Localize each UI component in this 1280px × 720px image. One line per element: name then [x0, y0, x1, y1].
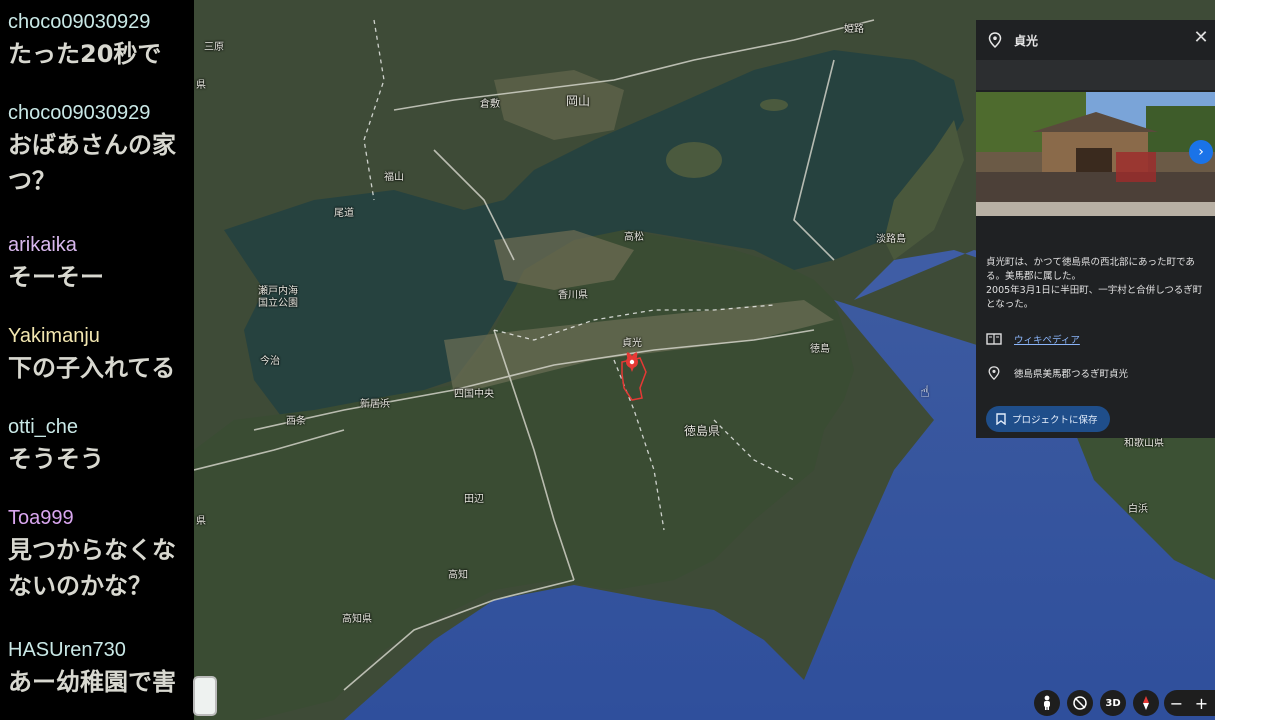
- chat-username[interactable]: Toa999: [8, 506, 194, 530]
- chat-message: choco09030929 おばあさんの家 つ？: [8, 101, 194, 199]
- wikipedia-link[interactable]: ウィキペディア: [1014, 332, 1080, 346]
- chat-username[interactable]: otti_che: [8, 415, 194, 439]
- hide-layers-icon[interactable]: [1067, 690, 1093, 716]
- chat-message: HASUren730 あー幼稚園で害: [8, 638, 194, 700]
- map-label-takamatsu: 高松: [624, 232, 644, 243]
- map-label-tokushima: 徳島: [810, 344, 830, 355]
- chat-username[interactable]: arikaika: [8, 233, 194, 257]
- place-photo[interactable]: [976, 92, 1215, 216]
- address-text: 徳島県美馬郡つるぎ町貞光: [1014, 369, 1129, 380]
- map-label-ken: 県: [196, 516, 206, 527]
- save-to-project-button[interactable]: プロジェクトに保存: [986, 406, 1110, 432]
- description-line: となった。: [986, 299, 1034, 310]
- close-icon[interactable]: ✕: [1191, 28, 1211, 48]
- panel-header: 貞光 ✕: [976, 20, 1215, 60]
- temple-photo: [976, 92, 1215, 216]
- map-label-kurashiki: 倉敷: [480, 99, 500, 110]
- wikipedia-row[interactable]: ウィキペディア: [986, 332, 1080, 346]
- location-pin-icon: [988, 32, 1002, 48]
- hand-cursor-icon: ☝: [920, 382, 930, 401]
- map-label-onomichi: 尾道: [334, 208, 354, 219]
- chat-username[interactable]: HASUren730: [8, 638, 194, 662]
- compass-icon[interactable]: [1133, 690, 1159, 716]
- chat-panel: choco09030929 たった20秒で choco09030929 おばあさ…: [0, 0, 194, 720]
- chat-text: たった20秒で: [8, 36, 194, 72]
- chat-message: choco09030929 たった20秒で: [8, 10, 194, 72]
- map-label-shirahama: 白浜: [1128, 504, 1148, 515]
- map-label-kochi-pref: 高知県: [342, 614, 372, 625]
- chat-message: arikaika そーそー: [8, 233, 194, 295]
- street-view-pegman-icon[interactable]: [1034, 690, 1060, 716]
- chat-text: そーそー: [8, 259, 194, 295]
- chat-username[interactable]: choco09030929: [8, 101, 194, 125]
- map-label-mihara: 三原: [204, 42, 224, 53]
- island: [760, 99, 788, 111]
- map-label-kokuritsu: 国立公園: [258, 298, 298, 309]
- chat-message: otti_che そうそう: [8, 415, 194, 477]
- map-label-himeji: 姫路: [844, 24, 864, 35]
- map-label-awaji: 淡路島: [876, 234, 906, 245]
- zoom-in-button[interactable]: +: [1189, 694, 1214, 713]
- chat-text: そうそう: [8, 441, 194, 477]
- address-row: 徳島県美馬郡つるぎ町貞光: [986, 366, 1128, 380]
- description-line: 2005年3月1日に半田町、一宇村と合併しつるぎ町: [986, 285, 1203, 296]
- map-label-imabari: 今治: [260, 356, 280, 367]
- chat-text: 見つからなくな ないのかな？: [8, 532, 194, 604]
- chat-text: あー幼稚園で害: [8, 664, 194, 700]
- chat-text-line: そーそー: [8, 263, 104, 291]
- map-label-fukuyama: 福山: [384, 172, 404, 183]
- map-label-tanabe: 田辺: [464, 494, 484, 505]
- place-description: 貞光町は、かつて徳島県の西北部にあった町であ る。美馬郡に属した。 2005年3…: [986, 256, 1208, 312]
- panel-image-strip: [976, 60, 1215, 90]
- chat-text: おばあさんの家 つ？: [8, 127, 194, 199]
- toggle-3d-button[interactable]: 3D: [1100, 690, 1126, 716]
- chat-username[interactable]: Yakimanju: [8, 324, 194, 348]
- chat-text-line: 見つからなくな: [8, 536, 176, 564]
- chat-text-line: ないのかな？: [8, 572, 152, 600]
- chat-input-handle[interactable]: [193, 676, 217, 716]
- location-pin-icon: [988, 366, 1000, 380]
- zoom-controls: − +: [1164, 690, 1215, 716]
- map-label-sadamitsu: 貞光: [622, 338, 642, 349]
- chat-text-line: つ？: [8, 167, 56, 195]
- map-label-shikokuchuo: 四国中央: [454, 389, 494, 400]
- map-label-kochi: 高知: [448, 570, 468, 581]
- chat-text-line: たった20秒で: [8, 40, 162, 68]
- map-label-okayama: 岡山: [566, 94, 591, 108]
- chat-message: Yakimanju 下の子入れてる: [8, 324, 194, 386]
- map-label-niihama: 新居浜: [360, 399, 390, 410]
- place-info-panel: 貞光 ✕ › 貞光町は、かつて徳島県の西北部にあった町であ る。美馬郡に属した。…: [976, 20, 1215, 438]
- zoom-out-button[interactable]: −: [1164, 694, 1189, 713]
- chat-text-line: そうそう: [8, 445, 104, 473]
- shodoshima-island: [666, 142, 722, 178]
- panel-title: 貞光: [1014, 33, 1039, 48]
- wikipedia-icon: [986, 333, 1002, 345]
- chat-username[interactable]: choco09030929: [8, 10, 194, 34]
- map-label-tokushima-pref: 徳島県: [684, 424, 721, 438]
- description-line: 貞光町は、かつて徳島県の西北部にあった町であ: [986, 257, 1195, 268]
- description-line: る。美馬郡に属した。: [986, 271, 1082, 282]
- map-label-saijo: 西条: [286, 416, 306, 427]
- chat-text-line: おばあさんの家: [8, 131, 176, 159]
- bookmark-icon: [996, 413, 1006, 425]
- chat-text: 下の子入れてる: [8, 350, 194, 386]
- save-to-project-label: プロジェクトに保存: [1012, 415, 1098, 426]
- chat-message: Toa999 見つからなくな ないのかな？: [8, 506, 194, 604]
- map-label-kagawa: 香川県: [558, 290, 588, 301]
- chat-text-line: 下の子入れてる: [8, 354, 176, 382]
- chat-text-line: あー幼稚園で害: [8, 668, 176, 696]
- map-label-ken: 県: [196, 80, 206, 91]
- chevron-right-icon[interactable]: ›: [1189, 140, 1213, 164]
